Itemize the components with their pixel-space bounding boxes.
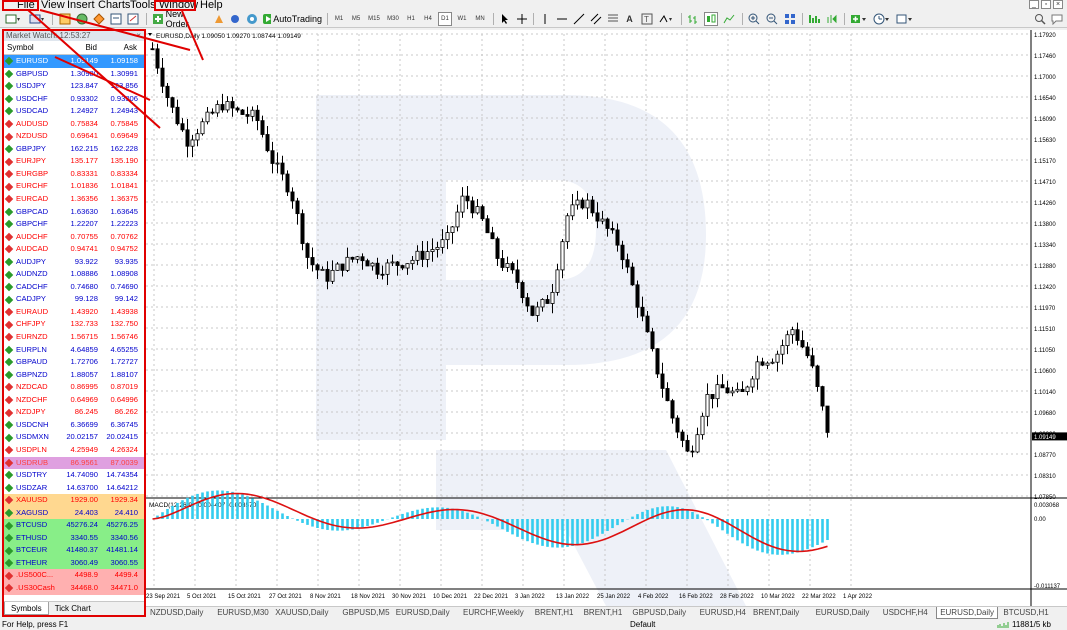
annotation-arrows (27, 9, 204, 129)
